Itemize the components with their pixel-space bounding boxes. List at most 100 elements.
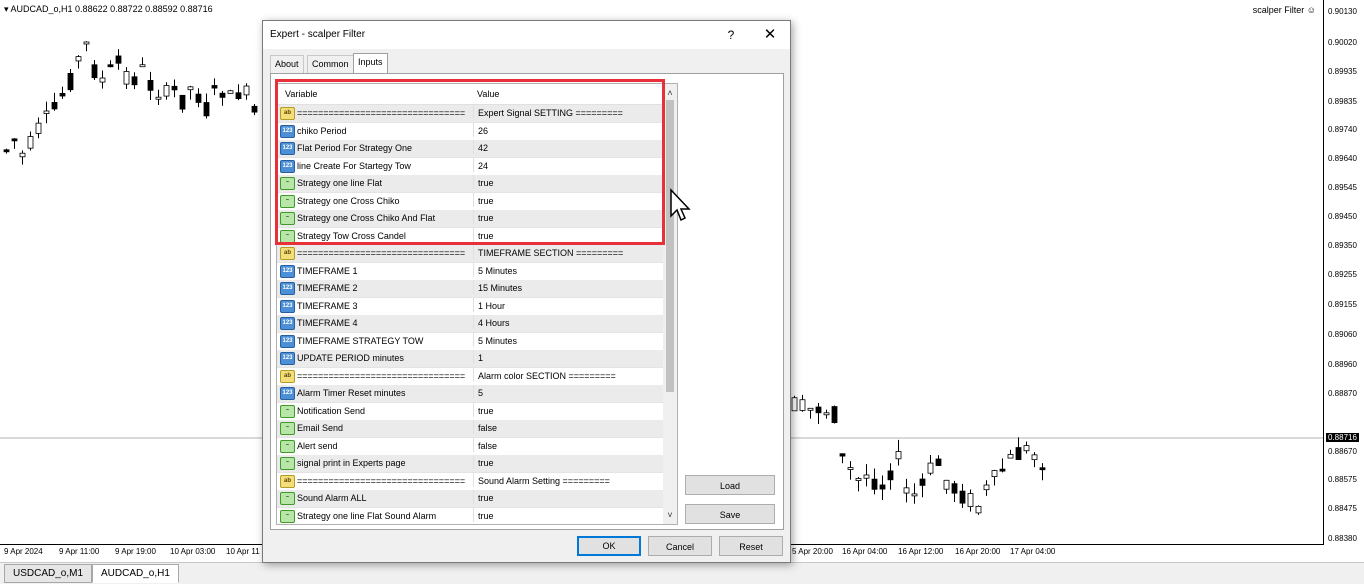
price-tick-label: 0.90130 [1328, 7, 1357, 16]
input-variable: Notification Send [297, 405, 366, 416]
input-row[interactable]: ab ================================ TIMEFR… [277, 245, 663, 263]
scroll-thumb[interactable] [666, 100, 674, 392]
close-icon[interactable]: ✕ [760, 26, 780, 44]
candle [155, 89, 162, 105]
input-variable: Flat Period For Strategy One [297, 143, 413, 153]
input-row[interactable]: ~ Strategy Tow Cross Candel true [277, 227, 663, 246]
input-value[interactable]: true [473, 507, 494, 522]
price-tick-label: 0.88960 [1328, 360, 1357, 369]
input-variable: TIMEFRAME 4 [297, 318, 358, 328]
input-row[interactable]: 123 line Create For Startegy Tow 24 [277, 157, 663, 176]
bool-type-icon: ~ [280, 509, 295, 523]
input-value[interactable]: 26 [473, 122, 488, 137]
input-row[interactable]: 123 Alarm Timer Reset minutes 5 [277, 385, 663, 403]
number-type-icon: 123 [280, 387, 295, 400]
input-value[interactable]: Expert Signal SETTING ========= [473, 105, 623, 119]
price-tick-label: 0.89255 [1328, 270, 1357, 279]
input-row[interactable]: ab ================================ Alarm … [277, 367, 663, 386]
input-value[interactable]: 5 Minutes [473, 262, 517, 277]
input-value[interactable]: 5 [473, 385, 483, 399]
candle [203, 93, 210, 119]
input-value[interactable]: true [473, 490, 494, 504]
input-value[interactable]: true [473, 210, 494, 224]
input-value[interactable]: 24 [473, 157, 488, 172]
input-row[interactable]: 123 TIMEFRAME 3 1 Hour [277, 297, 663, 316]
input-row[interactable]: 123 UPDATE PERIOD minutes 1 [277, 350, 663, 368]
input-value[interactable]: Alarm color SECTION ========= [473, 367, 616, 382]
reset-button[interactable]: Reset [719, 536, 783, 556]
tab-about[interactable]: About [270, 55, 304, 73]
load-button[interactable]: Load [685, 475, 775, 495]
price-tick-label: 0.88380 [1328, 534, 1357, 543]
input-variable: TIMEFRAME 2 [297, 283, 358, 293]
input-row[interactable]: ~ Strategy one line Flat true [277, 175, 663, 193]
input-value[interactable]: true [473, 227, 494, 242]
price-axis: 0.90130 0.90020 0.89935 0.89835 0.89740 0.896… [1323, 0, 1364, 545]
tab-inputs[interactable]: Inputs [353, 53, 388, 74]
smiley-icon: ☺ [1306, 5, 1316, 15]
save-button[interactable]: Save [685, 504, 775, 524]
candle [43, 101, 50, 124]
ok-button[interactable]: OK [577, 536, 641, 556]
input-variable: Strategy one Cross Chiko And Flat [297, 213, 436, 223]
input-row[interactable]: 123 chiko Period 26 [277, 122, 663, 141]
input-row[interactable]: ~ signal print in Experts page true [277, 455, 663, 473]
input-variable: Sound Alarm ALL [297, 493, 367, 503]
vertical-scrollbar[interactable]: ˄ ˅ [663, 84, 677, 524]
time-tick-label: 10 Apr 03:00 [170, 547, 216, 556]
input-variable: UPDATE PERIOD minutes [297, 353, 404, 363]
input-row[interactable]: 123 Flat Period For Strategy One 42 [277, 140, 663, 158]
input-row[interactable]: ~ Strategy one Cross Chiko And Flat true [277, 210, 663, 228]
chart-tab-audcad[interactable]: AUDCAD_o,H1 [92, 564, 179, 583]
input-value[interactable]: false [473, 437, 497, 452]
input-value[interactable]: false [473, 420, 497, 434]
input-row[interactable]: ~ Email Send false [277, 420, 663, 438]
input-value[interactable]: 5 Minutes [473, 332, 517, 347]
input-value[interactable]: TIMEFRAME SECTION ========= [473, 245, 623, 259]
help-button[interactable]: ? [721, 26, 741, 44]
input-row[interactable]: 123 TIMEFRAME 4 4 Hours [277, 315, 663, 333]
input-value[interactable]: 4 Hours [473, 315, 510, 329]
price-tick-label: 0.88575 [1328, 475, 1357, 484]
scroll-up-icon[interactable]: ˄ [663, 86, 677, 100]
dialog-titlebar[interactable]: Expert - scalper Filter ? ✕ [263, 21, 790, 49]
candle [131, 72, 138, 90]
input-value[interactable]: Sound Alarm Setting ========= [473, 472, 610, 487]
input-variable: Alarm Timer Reset minutes [297, 388, 406, 398]
time-tick-label: 10 Apr 11 [226, 547, 260, 556]
input-value[interactable]: true [473, 455, 494, 469]
input-variable: TIMEFRAME 3 [297, 300, 358, 311]
candle [243, 83, 250, 100]
tab-common[interactable]: Common [307, 55, 354, 73]
input-row[interactable]: 123 TIMEFRAME STRATEGY TOW 5 Minutes [277, 332, 663, 351]
input-row[interactable]: ~ Notification Send true [277, 402, 663, 421]
input-value[interactable]: 15 Minutes [473, 280, 522, 294]
input-value[interactable]: true [473, 402, 494, 417]
input-row[interactable]: ~ Alert send false [277, 437, 663, 456]
input-variable: Email Send [297, 423, 344, 433]
input-row[interactable]: ~ Strategy one Cross Chiko true [277, 192, 663, 211]
input-row[interactable]: 123 TIMEFRAME 2 15 Minutes [277, 280, 663, 298]
input-row[interactable]: 123 TIMEFRAME 1 5 Minutes [277, 262, 663, 281]
input-value[interactable]: 1 [473, 350, 483, 364]
input-row[interactable]: ab ================================ Sound … [277, 472, 663, 491]
input-row[interactable]: ~ Sound Alarm ALL true [277, 490, 663, 508]
input-value[interactable]: true [473, 175, 494, 189]
input-row[interactable]: ab ================================ Expert… [277, 105, 663, 123]
column-header-variable[interactable]: Variable [285, 89, 317, 99]
input-row[interactable]: ~ Strategy one line Flat Sound Alarm true [277, 507, 663, 525]
column-header-value[interactable]: Value [477, 89, 499, 99]
input-value[interactable]: true [473, 192, 494, 207]
input-value[interactable]: 1 Hour [473, 297, 505, 312]
candle [927, 454, 934, 476]
candle [1015, 437, 1022, 460]
cancel-button[interactable]: Cancel [648, 536, 712, 556]
input-value[interactable]: 42 [473, 140, 488, 154]
scroll-down-icon[interactable]: ˅ [663, 508, 677, 522]
input-variable: ================================ [297, 108, 466, 118]
chart-tab-usdcad[interactable]: USDCAD_o,M1 [4, 564, 93, 583]
candle [227, 89, 234, 94]
time-tick-label: 9 Apr 19:00 [115, 547, 156, 556]
candle [171, 79, 178, 98]
price-tick-label: 0.89935 [1328, 67, 1357, 76]
